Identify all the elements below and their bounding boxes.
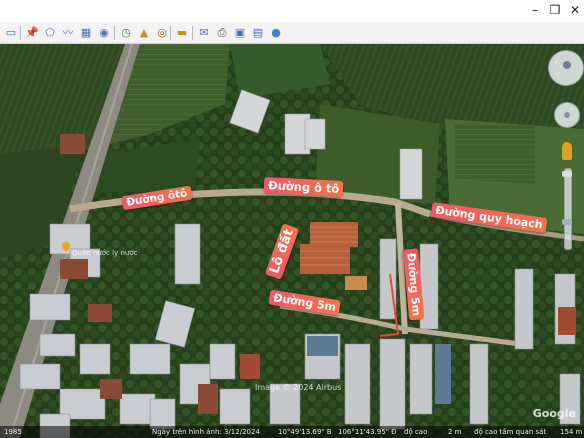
look-control[interactable] xyxy=(554,102,580,128)
eye-altitude-label: độ cao tầm quan sát xyxy=(474,428,547,436)
maximize-button[interactable]: ❐ xyxy=(546,2,564,18)
elevation-label: độ cao xyxy=(404,428,428,436)
toolbar: ▭ 📌 ⬠ 〰 ▦ ◉ ◷ ▲ ◎ ▬ ✉ ⎙ ▣ ▤ ● xyxy=(0,22,584,44)
elevation-value: 2 m xyxy=(448,428,462,436)
minimize-button[interactable]: – xyxy=(526,2,544,18)
path-icon[interactable]: 〰 xyxy=(60,25,76,41)
toolbar-separator xyxy=(170,26,171,40)
email-icon[interactable]: ✉ xyxy=(196,25,212,41)
ruler-icon[interactable]: ▬ xyxy=(174,25,190,41)
earth-icon[interactable]: ● xyxy=(268,25,284,41)
navigation-controls xyxy=(548,50,584,250)
toolbar-separator xyxy=(20,26,21,40)
status-year: 1985 xyxy=(4,428,22,436)
look-icon xyxy=(564,112,570,118)
toolbar-separator xyxy=(192,26,193,40)
save-image-icon[interactable]: ▣ xyxy=(232,25,248,41)
placemark-icon[interactable]: 📌 xyxy=(24,25,40,41)
tour-icon[interactable]: ◉ xyxy=(96,25,112,41)
sunlight-icon[interactable]: ▲ xyxy=(136,25,152,41)
zoom-in-button[interactable] xyxy=(562,171,572,177)
maps-icon[interactable]: ▤ xyxy=(250,25,266,41)
overlay-icon[interactable]: ▦ xyxy=(78,25,94,41)
polygon-icon[interactable]: ⬠ xyxy=(42,25,58,41)
window-titlebar: – ❐ ✕ xyxy=(0,0,584,22)
imagery-credit: Image © 2024 Airbus xyxy=(255,383,342,392)
place-label: Quán nước ly nước xyxy=(72,249,138,257)
print-icon[interactable]: ⎙ xyxy=(214,25,230,41)
zoom-slider[interactable] xyxy=(562,168,572,250)
zoom-slider-thumb[interactable] xyxy=(562,219,572,225)
close-button[interactable]: ✕ xyxy=(566,2,584,18)
historical-imagery-icon[interactable]: ◷ xyxy=(118,25,134,41)
eye-altitude-value: 154 m xyxy=(560,428,583,436)
longitude: 106°11'43.95" Đ xyxy=(338,428,397,436)
sidebar-toggle-icon[interactable]: ▭ xyxy=(3,25,19,41)
toolbar-separator xyxy=(114,26,115,40)
latitude: 10°49'13.69" B xyxy=(278,428,332,436)
google-logo: Google xyxy=(532,407,576,420)
street-view-pegman-icon[interactable] xyxy=(562,142,572,160)
map-view[interactable]: Quán nước ly nước Đường ôtô Đường ô tô Đ… xyxy=(0,44,584,438)
north-icon xyxy=(563,61,571,69)
status-bar: 1985 Ngày trên hình ảnh: 3/12/2024 10°49… xyxy=(0,426,584,438)
compass-control[interactable] xyxy=(548,50,584,86)
imagery-date: Ngày trên hình ảnh: 3/12/2024 xyxy=(152,428,260,436)
planets-icon[interactable]: ◎ xyxy=(154,25,170,41)
